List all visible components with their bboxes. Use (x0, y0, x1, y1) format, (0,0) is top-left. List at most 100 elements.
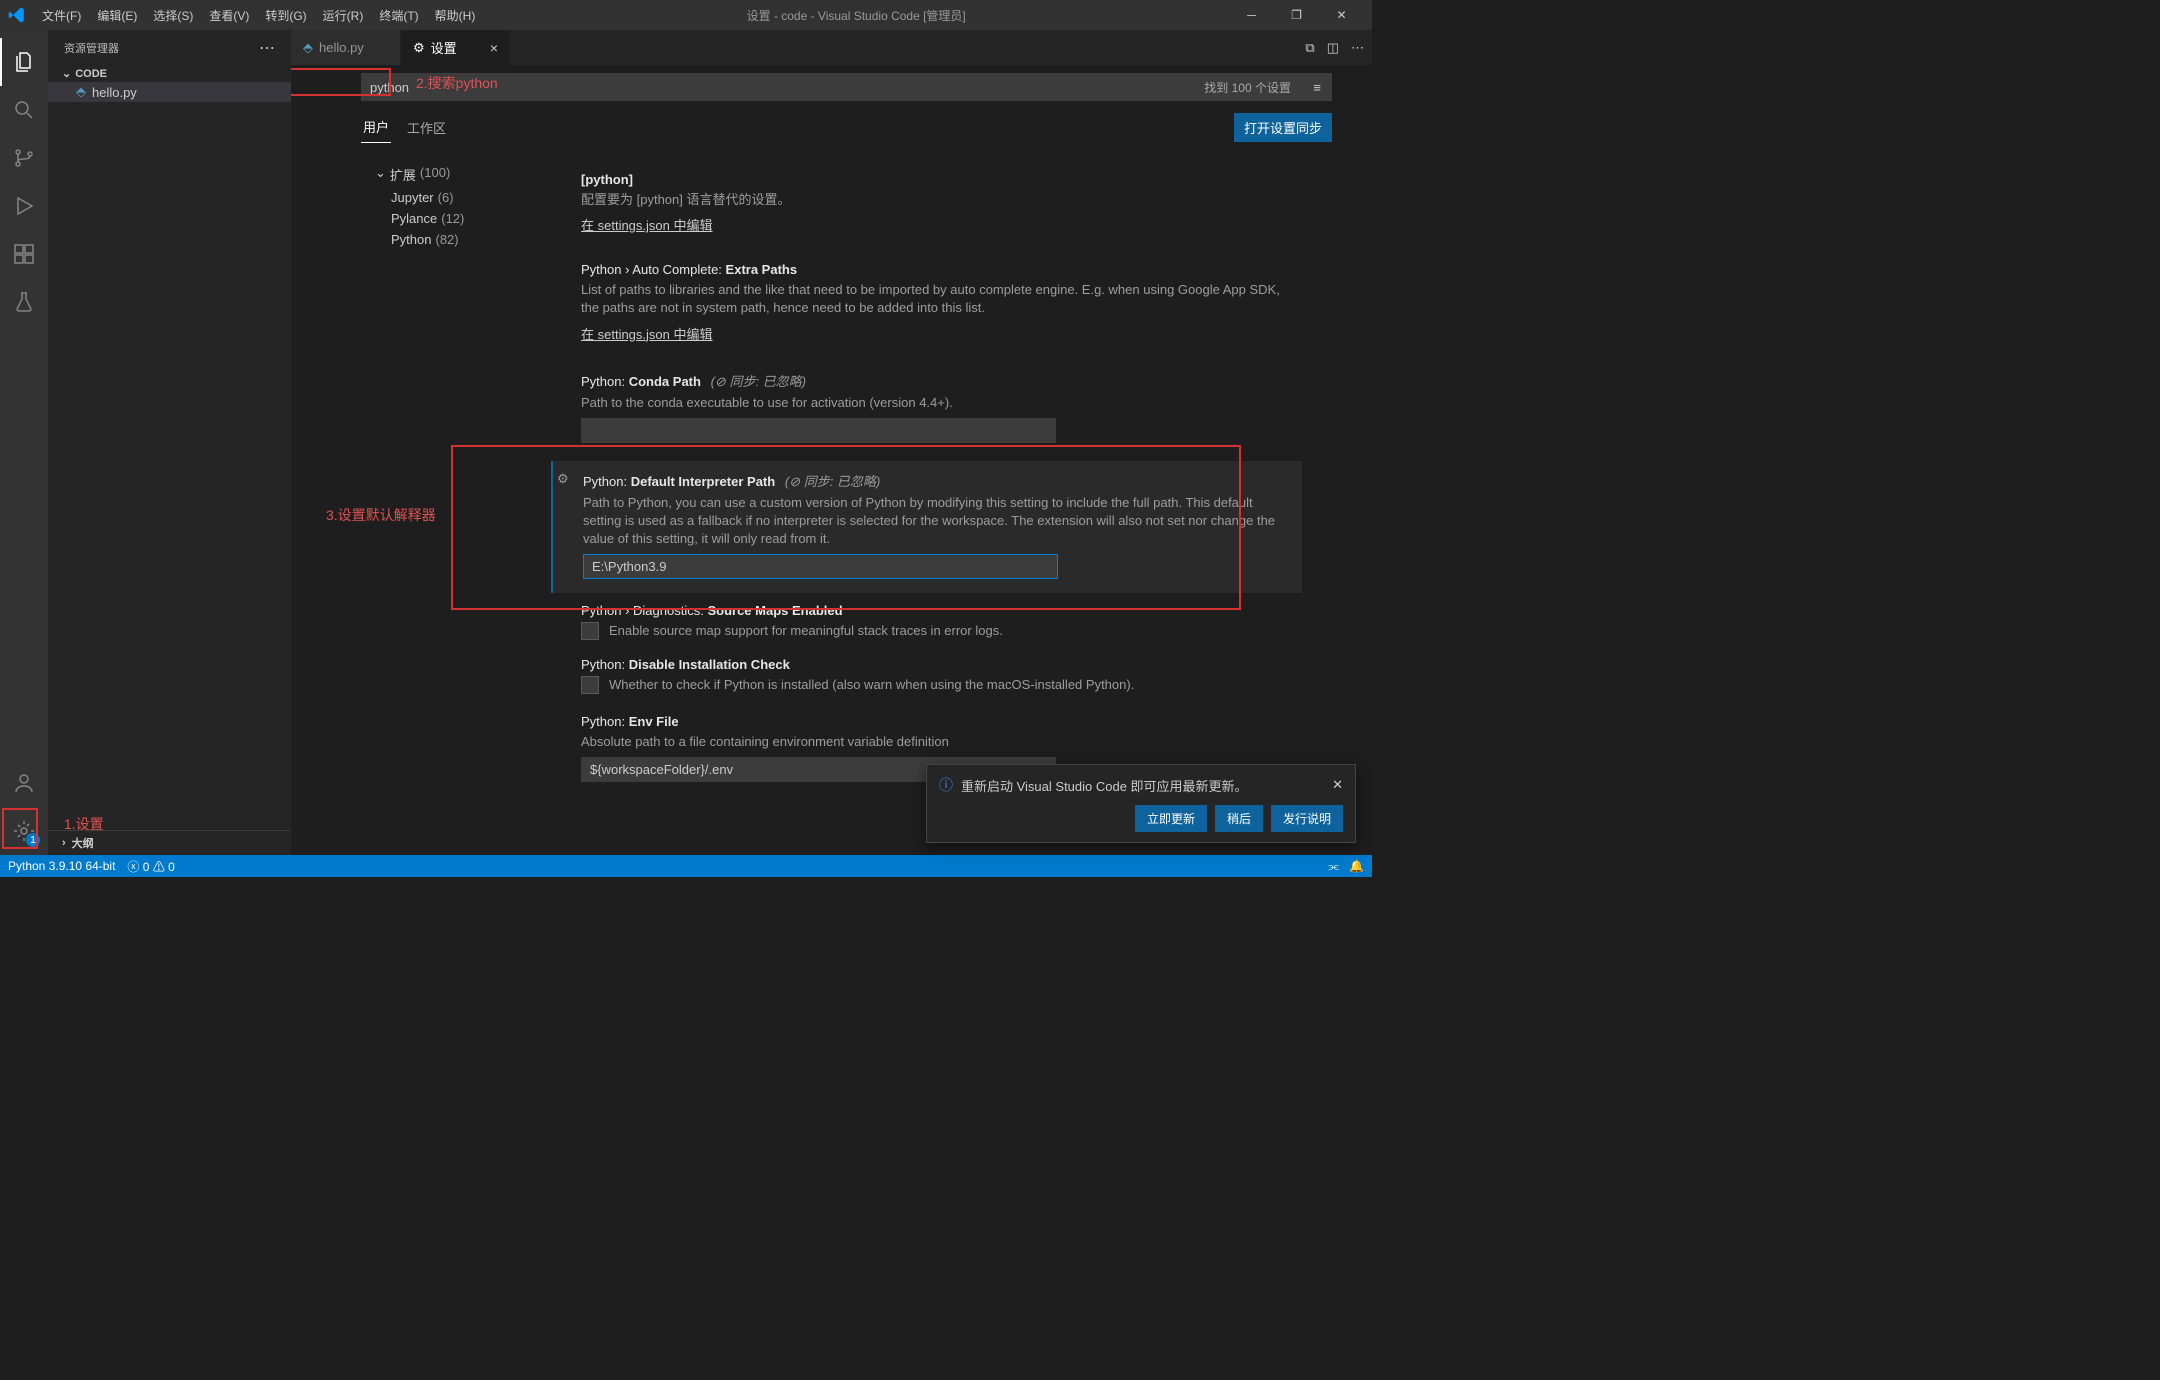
setting-default-interpreter: ⚙ Python: Default Interpreter Path (⊘ 同步… (551, 461, 1302, 594)
gear-icon[interactable]: ⚙ (557, 471, 569, 487)
menu-go[interactable]: 转到(G) (257, 7, 314, 24)
close-tab-icon[interactable]: × (490, 40, 498, 56)
split-open-icon[interactable]: ⧉ (1305, 40, 1314, 56)
tab-label: 设置 (431, 38, 457, 57)
menu-view[interactable]: 查看(V) (201, 7, 257, 24)
explorer-root[interactable]: ⌄ CODE (48, 65, 291, 82)
sync-ignored-icon: ⊘ (715, 374, 726, 389)
extensions-icon (12, 242, 36, 266)
error-count: 0 (143, 860, 150, 874)
split-editor-icon[interactable]: ◫ (1327, 40, 1339, 56)
menu-file[interactable]: 文件(F) (34, 7, 89, 24)
activity-run-debug[interactable] (0, 182, 48, 230)
settings-toc: ⌄ 扩展 (100) Jupyter (6) Pylance (12) Pyth… (361, 162, 531, 854)
maximize-button[interactable]: ❐ (1274, 0, 1319, 30)
files-icon (12, 50, 36, 74)
file-item-hello[interactable]: ⬘ hello.py (48, 82, 291, 102)
toc-count: (12) (441, 211, 464, 226)
menu-selection[interactable]: 选择(S) (145, 7, 201, 24)
edit-in-json-link[interactable]: 在 settings.json 中编辑 (581, 327, 713, 342)
toast-message: 重新启动 Visual Studio Code 即可应用最新更新。 (961, 776, 1248, 795)
error-icon: ⓧ (127, 860, 139, 874)
activity-extensions[interactable] (0, 230, 48, 278)
menu-bar: 文件(F) 编辑(E) 选择(S) 查看(V) 转到(G) 运行(R) 终端(T… (34, 7, 483, 24)
conda-path-input[interactable] (581, 418, 1056, 443)
activity-bar: 1 (0, 30, 48, 855)
settings-scope-row: 用户 工作区 打开设置同步 (361, 107, 1332, 152)
activity-source-control[interactable] (0, 134, 48, 182)
feedback-icon[interactable]: ⫘ (1328, 859, 1339, 874)
toc-count: (100) (420, 165, 450, 184)
settings-search-input[interactable] (370, 80, 1323, 95)
tab-actions: ⧉ ◫ ⋯ (1297, 30, 1372, 65)
toc-pylance[interactable]: Pylance (12) (361, 208, 531, 229)
filter-icon[interactable]: ≡ (1313, 80, 1321, 95)
settings-search-box[interactable]: 找到 100 个设置 ≡ (361, 73, 1332, 101)
info-icon: ⓘ (939, 775, 953, 795)
toast-release-notes-button[interactable]: 发行说明 (1271, 805, 1343, 832)
default-interpreter-input[interactable] (583, 554, 1058, 579)
tab-hello-py[interactable]: ⬘ hello.py (291, 30, 401, 65)
outline-section[interactable]: › 大纲 (48, 830, 291, 855)
window-title: 设置 - code - Visual Studio Code [管理员] (483, 7, 1229, 24)
setting-name: Default Interpreter Path (631, 474, 775, 489)
toast-update-now-button[interactable]: 立即更新 (1135, 805, 1207, 832)
status-problems[interactable]: ⓧ 0 ⚠ 0 (127, 858, 174, 875)
activity-accounts[interactable] (0, 759, 48, 807)
minimize-button[interactable]: ─ (1229, 0, 1274, 30)
toc-count: (6) (438, 190, 454, 205)
outline-label: 大纲 (72, 835, 94, 851)
edit-in-json-link[interactable]: 在 settings.json 中编辑 (581, 218, 713, 233)
toc-python[interactable]: Python (82) (361, 229, 531, 250)
menu-edit[interactable]: 编辑(E) (89, 7, 145, 24)
setting-name: Conda Path (629, 374, 701, 389)
disable-install-checkbox[interactable] (581, 676, 599, 694)
file-name: hello.py (92, 85, 137, 100)
bell-icon[interactable]: 🔔 (1349, 859, 1364, 874)
toc-label: Jupyter (391, 190, 434, 205)
scope-user[interactable]: 用户 (361, 111, 391, 143)
sync-status: 同步: 已忽略 (729, 374, 801, 389)
toast-close-icon[interactable]: ✕ (1332, 777, 1343, 793)
status-python[interactable]: Python 3.9.10 64-bit (8, 859, 115, 873)
tab-settings[interactable]: ⚙ 设置 × (401, 30, 511, 65)
sync-status: 同步: 已忽略 (804, 474, 876, 489)
settings-list[interactable]: [python] 配置要为 [python] 语言替代的设置。 在 settin… (551, 162, 1332, 854)
tab-label: hello.py (319, 40, 364, 55)
warning-count: 0 (168, 860, 175, 874)
setting-prefix: Python › Auto Complete: (581, 262, 722, 277)
menu-help[interactable]: 帮助(H) (427, 7, 484, 24)
open-settings-sync-button[interactable]: 打开设置同步 (1234, 113, 1332, 142)
source-maps-checkbox[interactable] (581, 622, 599, 640)
search-icon (12, 98, 36, 122)
more-actions-icon[interactable]: ⋯ (1351, 40, 1364, 56)
toc-jupyter[interactable]: Jupyter (6) (361, 187, 531, 208)
close-window-button[interactable]: ✕ (1319, 0, 1364, 30)
setting-description: 配置要为 [python] 语言替代的设置。 (581, 191, 1290, 209)
account-icon (12, 771, 36, 795)
setting-prefix: Python: (583, 474, 627, 489)
setting-description: Enable source map support for meaningful… (609, 622, 1003, 640)
setting-title: [python] (581, 172, 633, 187)
menu-run[interactable]: 运行(R) (315, 7, 372, 24)
toc-count: (82) (435, 232, 458, 247)
python-file-icon: ⬘ (76, 84, 86, 100)
python-file-icon: ⬘ (303, 40, 313, 56)
sync-ignored-icon: ⊘ (789, 474, 800, 489)
setting-source-maps: Python › Diagnostics: Source Maps Enable… (551, 597, 1302, 646)
scope-workspace[interactable]: 工作区 (405, 112, 448, 143)
activity-explorer[interactable] (0, 38, 48, 86)
toast-later-button[interactable]: 稍后 (1215, 805, 1263, 832)
setting-extra-paths: Python › Auto Complete: Extra Paths List… (551, 252, 1302, 356)
setting-disable-install-check: Python: Disable Installation Check Wheth… (551, 651, 1302, 700)
tabs-bar: ⬘ hello.py ⚙ 设置 × ⧉ ◫ ⋯ (291, 30, 1372, 65)
activity-search[interactable] (0, 86, 48, 134)
branch-icon (12, 146, 36, 170)
explorer-more-icon[interactable]: ⋯ (259, 38, 275, 58)
play-icon (12, 194, 36, 218)
activity-testing[interactable] (0, 278, 48, 326)
menu-terminal[interactable]: 终端(T) (371, 7, 426, 24)
setting-python-lang: [python] 配置要为 [python] 语言替代的设置。 在 settin… (551, 162, 1302, 248)
activity-settings-gear[interactable]: 1 (0, 807, 48, 855)
toc-extensions[interactable]: ⌄ 扩展 (100) (361, 162, 531, 187)
